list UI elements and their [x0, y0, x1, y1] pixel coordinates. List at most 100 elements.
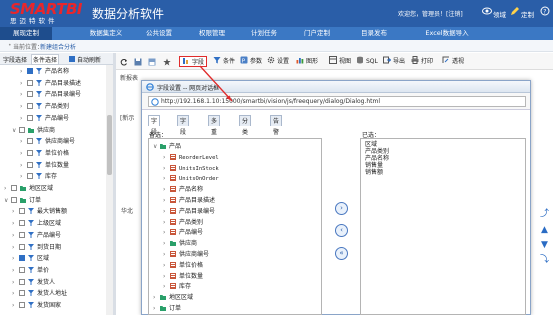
remove-field-button[interactable]: ‹ — [335, 224, 348, 237]
tree-node[interactable]: › 产品类别 — [20, 101, 69, 113]
remove-all-button[interactable]: « — [335, 247, 348, 260]
selected-field-item[interactable]: 区域 — [365, 141, 377, 148]
source-tree-node[interactable]: › 产品编号 — [163, 227, 203, 238]
nav-item-2[interactable]: 公共设置 — [135, 27, 183, 40]
selected-field-item[interactable]: 销售量 — [365, 162, 383, 169]
field-button[interactable]: 字段 — [179, 56, 208, 67]
dialog-tab-2[interactable]: 多重表头 — [208, 115, 221, 158]
source-tree-node[interactable]: › UnitsOnOrder — [163, 173, 219, 184]
source-tree-node[interactable]: › 地区区域 — [153, 292, 193, 303]
refresh-icon[interactable] — [120, 58, 128, 66]
tree-checkbox[interactable] — [19, 255, 25, 262]
source-tree-node[interactable]: › 供应商编号 — [163, 249, 209, 260]
tree-node[interactable]: › 发货人 — [12, 277, 55, 289]
sql-button[interactable]: SQL — [356, 56, 378, 67]
export-button[interactable]: 导出 — [383, 56, 405, 67]
tree-node[interactable]: › 发货人地址 — [12, 288, 67, 300]
expand-icon[interactable]: › — [20, 66, 27, 78]
settings-button[interactable]: 设置 — [267, 56, 289, 67]
expand-icon[interactable]: › — [20, 148, 27, 160]
tree-node[interactable]: › 产品目录描述 — [20, 78, 81, 90]
expand-icon[interactable]: › — [12, 265, 19, 277]
expand-icon[interactable]: › — [163, 173, 170, 184]
selected-field-item[interactable]: 销售额 — [365, 169, 383, 176]
nav-item-5[interactable]: 门户定制 — [293, 27, 341, 40]
expand-icon[interactable]: › — [12, 300, 19, 312]
dialog-tab-1[interactable]: 字段设置 — [177, 115, 190, 158]
move-down-icon[interactable]: ▼ — [540, 241, 549, 250]
nav-item-6[interactable]: 目录发布 — [348, 27, 400, 40]
dialog-titlebar[interactable]: 字段设置 -- 网页对话框 — [142, 81, 530, 93]
source-tree-node[interactable]: › 单位数量 — [163, 271, 203, 282]
tree-checkbox[interactable] — [19, 126, 25, 133]
tab-field-select[interactable]: 字段选择 — [3, 55, 27, 64]
source-tree-node[interactable]: › 订单 — [153, 303, 181, 314]
selected-field-item[interactable]: 产品名称 — [365, 155, 389, 162]
expand-icon[interactable]: › — [163, 227, 170, 238]
tree-node[interactable]: › 单位价格 — [20, 148, 69, 160]
tree-checkbox[interactable] — [11, 196, 17, 203]
tree-checkbox[interactable] — [27, 68, 33, 74]
move-top-icon[interactable]: ⤴ — [540, 210, 549, 219]
expand-icon[interactable]: ∨ — [12, 125, 19, 137]
help-icon[interactable]: ? — [540, 6, 550, 16]
expand-icon[interactable]: › — [163, 217, 170, 228]
source-tree-node[interactable]: › UnitsInStock — [163, 163, 219, 174]
tree-checkbox[interactable] — [27, 103, 33, 110]
expand-icon[interactable]: › — [12, 277, 19, 289]
expand-icon[interactable]: › — [153, 303, 160, 314]
dialog-tab-3[interactable]: 分类汇总 — [239, 115, 252, 158]
condition-button[interactable]: 条件 — [213, 56, 235, 67]
nav-item-1[interactable]: 数据集定义 — [76, 27, 136, 40]
expand-icon[interactable]: › — [20, 89, 27, 101]
expand-icon[interactable]: › — [12, 288, 19, 300]
tree-checkbox[interactable] — [27, 79, 33, 86]
source-tree-node[interactable]: › 产品目录描述 — [163, 195, 215, 206]
nav-item-3[interactable]: 权限管理 — [188, 27, 236, 40]
nav-item-7[interactable]: Excel数据导入 — [404, 27, 490, 40]
pivot-button[interactable]: 透视 — [442, 56, 464, 67]
nav-item-0[interactable]: 展现定制 — [0, 27, 52, 40]
source-tree-node[interactable]: ∨ 产品 — [153, 141, 181, 152]
expand-icon[interactable]: › — [20, 171, 27, 183]
customize-link[interactable]: 定制 — [521, 9, 534, 19]
expand-icon[interactable]: › — [4, 183, 11, 195]
tree-checkbox[interactable] — [27, 173, 33, 180]
tree-node[interactable]: › 上级区域 — [12, 218, 61, 230]
tree-checkbox[interactable] — [19, 266, 25, 273]
tree-node[interactable]: › 产品目录编号 — [20, 89, 81, 101]
tree-node[interactable]: › 产品名称 — [20, 66, 69, 78]
tree-checkbox[interactable] — [19, 290, 25, 297]
tree-node[interactable]: › 产品编号 — [12, 230, 61, 242]
favorite-icon[interactable] — [163, 58, 171, 66]
pencil-icon[interactable] — [510, 6, 520, 16]
tree-node[interactable]: › 库存 — [20, 171, 57, 183]
available-fields-list[interactable]: ∨ 产品 › ReorderLevel › UnitsInStock › UnitsOnOrd… — [148, 138, 322, 315]
tree-checkbox[interactable] — [27, 91, 33, 98]
expand-icon[interactable]: › — [12, 206, 19, 218]
tree-node[interactable]: › 发货国家 — [12, 300, 61, 312]
tree-node[interactable]: › 供应商编号 — [20, 136, 75, 148]
add-field-button[interactable]: › — [335, 202, 348, 215]
expand-icon[interactable]: › — [20, 78, 27, 90]
user-info[interactable]: 欢迎您，管理员！[注销] — [398, 9, 463, 18]
expand-icon[interactable]: › — [163, 152, 170, 163]
expand-icon[interactable]: › — [163, 271, 170, 282]
source-tree-node[interactable]: › 库存 — [163, 281, 191, 292]
view-button[interactable]: 视图 — [329, 56, 351, 67]
expand-icon[interactable]: › — [12, 253, 19, 265]
expand-icon[interactable]: › — [163, 249, 170, 260]
tree-checkbox[interactable] — [27, 114, 33, 121]
selected-fields-list[interactable]: 区域 产品类别 产品名称 销售量 销售额 — [360, 138, 526, 315]
chart-button[interactable]: 图形 — [296, 56, 318, 67]
expand-icon[interactable]: › — [163, 195, 170, 206]
tree-node[interactable]: › 单位数量 — [20, 160, 69, 172]
tree-node[interactable]: › 单价 — [12, 265, 49, 277]
expand-icon[interactable]: ∨ — [4, 195, 11, 207]
tree-checkbox[interactable] — [19, 220, 25, 227]
tree-node[interactable]: ∨ 供应商 — [12, 125, 55, 137]
expand-icon[interactable]: › — [12, 242, 19, 254]
tree-node[interactable]: ∨ 订单 — [4, 195, 41, 207]
expand-icon[interactable]: › — [12, 218, 19, 230]
tree-scrollbar[interactable] — [106, 65, 113, 315]
